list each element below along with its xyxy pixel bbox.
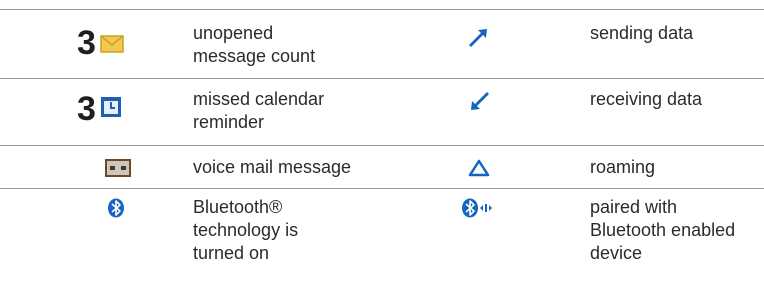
left-icon-cell: 3 xyxy=(77,92,122,126)
left-icon-cell xyxy=(105,159,131,177)
message-count: 3 xyxy=(77,24,96,62)
calendar-count: 3 xyxy=(77,90,96,128)
right-description: roaming xyxy=(590,157,656,177)
bluetooth-icon xyxy=(108,198,124,218)
left-description: Bluetooth® technology is turned on xyxy=(193,197,299,263)
table-row: Bluetooth® technology is turned on paire… xyxy=(0,188,764,289)
roaming-triangle-icon xyxy=(468,159,490,177)
table-row: voice mail message roaming xyxy=(0,145,764,189)
left-description: unopened message count xyxy=(193,23,316,66)
voicemail-icon xyxy=(105,159,131,177)
right-description: sending data xyxy=(590,23,694,43)
bluetooth-paired-icon xyxy=(462,198,492,218)
left-description: voice mail message xyxy=(193,157,352,177)
right-icon-cell xyxy=(468,91,490,113)
arrow-up-right-icon xyxy=(469,29,487,47)
envelope-icon xyxy=(100,35,124,53)
right-icon-cell xyxy=(468,26,490,48)
left-icon-cell xyxy=(107,198,125,218)
right-description: paired with Bluetooth enabled device xyxy=(590,197,736,263)
left-icon-cell: 3 xyxy=(77,26,124,60)
left-description: missed calendar reminder xyxy=(193,89,325,132)
right-description: receiving data xyxy=(590,89,703,109)
status-icon-table: 3 unopened message count sending data 3 xyxy=(0,0,764,289)
right-icon-cell xyxy=(468,159,490,177)
right-icon-cell xyxy=(461,198,493,218)
table-row: 3 missed calendar reminder receiving dat… xyxy=(0,78,764,145)
arrow-down-left-icon xyxy=(471,92,489,110)
calendar-icon xyxy=(100,97,121,117)
table-row: 3 unopened message count sending data xyxy=(0,9,764,66)
